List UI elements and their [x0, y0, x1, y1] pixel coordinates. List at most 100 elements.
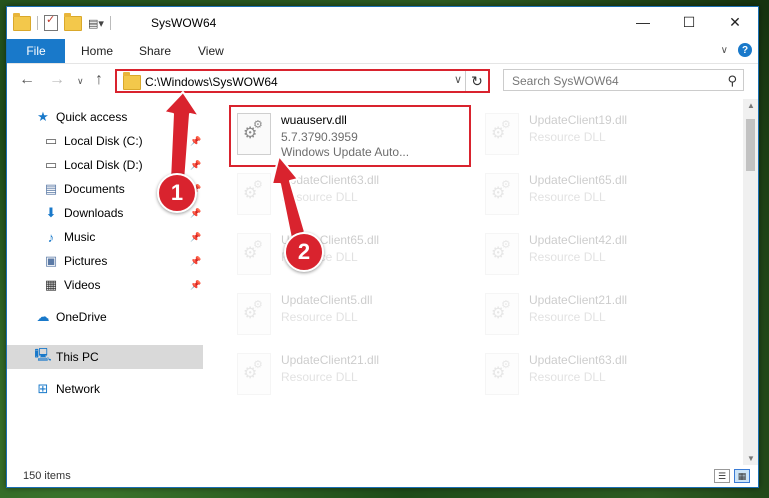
file-item[interactable]: ⚙ ⚙ UpdateClient63.dll Resource DLL [483, 347, 719, 401]
file-description: Resource DLL [529, 190, 606, 204]
address-path[interactable]: C:\Windows\SysWOW64 [145, 75, 278, 89]
file-description: Windows Update Auto... [281, 145, 410, 159]
file-description: Resource DLL [529, 250, 606, 264]
scroll-thumb[interactable] [746, 119, 755, 171]
address-bar[interactable]: C:\Windows\SysWOW64 ∨ ↻ [115, 69, 490, 93]
file-item[interactable]: ⚙⚙ UpdateClient65.dll Resource DLL [235, 227, 471, 281]
file-description: Resource DLL [529, 370, 606, 384]
sidebar-item-label: Music [64, 230, 96, 244]
tab-share[interactable]: Share [139, 44, 171, 58]
sidebar-item-label: OneDrive [56, 310, 107, 324]
file-item[interactable]: ⚙ ⚙ UpdateClient21.dll Resource DLL [235, 347, 471, 401]
sidebar-item-videos[interactable]: ▦ Videos 📌 [7, 273, 203, 297]
file-item[interactable]: ⚙ ⚙ UpdateClient21.dll Resource DLL [483, 287, 719, 341]
back-arrow-icon[interactable]: ← [19, 71, 35, 89]
search-input[interactable]: Search SysWOW64 ⚲ [503, 69, 744, 91]
file-description: Resource DLL [281, 370, 358, 384]
tiles-view-icon[interactable]: ▦ [734, 469, 750, 483]
sidebar-item-label: This PC [56, 350, 99, 364]
file-name: UpdateClient21.dll [529, 293, 628, 307]
sidebar-item-onedrive[interactable]: ☁ OneDrive [7, 305, 203, 329]
step-1-badge: 1 [157, 173, 197, 213]
file-version: 5.7.3790.3959 [281, 130, 358, 144]
search-placeholder: Search SysWOW64 [512, 74, 619, 88]
star-icon: ★ [37, 109, 49, 124]
maximize-button[interactable]: ☐ [666, 7, 712, 37]
sidebar-item-pictures[interactable]: ▣ Pictures 📌 [7, 249, 203, 273]
dll-file-icon: ⚙ ⚙ [485, 113, 519, 155]
scroll-down-icon[interactable]: ▼ [747, 454, 755, 463]
file-item[interactable]: ⚙ ⚙ UpdateClient42.dll Resource DLL [483, 227, 719, 281]
new-folder-icon[interactable] [64, 12, 82, 31]
file-item[interactable]: ⚙ ⚙ UpdateClient19.dll Resource DLL [483, 107, 719, 161]
file-list: ⚙ ⚙ wuauserv.dll 5.7.3790.3959 Windows Up… [207, 99, 743, 465]
minimize-button[interactable]: — [620, 7, 666, 37]
sidebar-item-label: Downloads [64, 206, 124, 220]
sidebar-item-this-pc[interactable]: 🖳 This PC [7, 345, 203, 369]
file-name: wuauserv.dll [281, 113, 347, 127]
properties-icon[interactable] [44, 13, 58, 31]
sidebar-item-label: Network [56, 382, 101, 396]
sidebar-item-quick-access[interactable]: ★ Quick access [7, 105, 203, 129]
up-arrow-icon[interactable]: ↑ [95, 71, 103, 89]
pin-icon[interactable]: 📌 [190, 256, 201, 267]
file-name: UpdateClient42.dll [529, 233, 628, 247]
pin-icon[interactable]: 📌 [190, 160, 201, 171]
sidebar-item-local-disk-c[interactable]: ▭ Local Disk (C:) 📌 [7, 129, 203, 153]
dll-file-icon: ⚙ ⚙ [485, 353, 519, 395]
dll-file-icon: ⚙ ⚙ [237, 173, 271, 215]
file-item[interactable]: ⚙ ⚙ wuauserv.dll 5.7.3790.3959 Windows Up… [235, 107, 471, 161]
ribbon-right-controls: ∨ ? [721, 43, 752, 57]
scroll-up-icon[interactable]: ▲ [747, 101, 755, 110]
item-count: 150 items [23, 470, 71, 482]
sidebar-item-label: Videos [64, 278, 101, 292]
folder-icon [13, 12, 31, 31]
navigation-bar: ← → ∨ ↑ C:\Windows\SysWOW64 ∨ ↻ Search S… [7, 65, 758, 97]
sidebar-item-label: Local Disk (D:) [64, 158, 143, 172]
pin-icon[interactable]: 📌 [190, 280, 201, 291]
folder-icon [123, 72, 141, 90]
window-title: SysWOW64 [151, 16, 217, 30]
ribbon-tabs: File Home Share View ∨ ? [7, 39, 758, 64]
pin-icon[interactable]: 📌 [190, 208, 201, 219]
customize-toolbar-icon[interactable]: ▤▾ [88, 17, 104, 30]
navigation-pane: ★ Quick access ▭ Local Disk (C:) 📌 ▭ Loc… [7, 99, 203, 459]
view-toggle: ☰ ▦ [714, 469, 750, 483]
forward-arrow-icon[interactable]: → [49, 71, 65, 89]
sidebar-item-label: Local Disk (C:) [64, 134, 143, 148]
refresh-icon[interactable]: ↻ [465, 71, 488, 91]
dll-file-icon: ⚙ ⚙ [485, 233, 519, 275]
dll-file-icon: ⚙ ⚙ [237, 293, 271, 335]
pin-icon[interactable]: 📌 [190, 232, 201, 243]
file-description: Resource DLL [281, 190, 358, 204]
step-2-badge: 2 [284, 232, 324, 272]
search-icon[interactable]: ⚲ [727, 73, 737, 89]
recent-locations-icon[interactable]: ∨ [77, 76, 84, 87]
tab-view[interactable]: View [198, 44, 224, 58]
explorer-window: ▤▾ SysWOW64 — ☐ ✕ File Home Share View ∨… [6, 6, 759, 488]
status-bar: 150 items ☰ ▦ [7, 465, 758, 487]
file-item[interactable]: ⚙ ⚙ UpdateClient63.dll Resource DLL [235, 167, 471, 221]
network-icon: ⊞ [37, 381, 49, 396]
tab-file[interactable]: File [7, 39, 65, 63]
sidebar-item-music[interactable]: ♪ Music 📌 [7, 225, 203, 249]
file-description: Resource DLL [281, 310, 358, 324]
file-name: UpdateClient63.dll [281, 173, 380, 187]
expand-ribbon-icon[interactable]: ∨ [721, 45, 728, 56]
help-icon[interactable]: ? [738, 43, 752, 57]
videos-icon: ▦ [44, 277, 58, 292]
details-view-icon[interactable]: ☰ [714, 469, 730, 483]
pin-icon[interactable]: 📌 [190, 136, 201, 147]
file-name: UpdateClient63.dll [529, 353, 628, 367]
close-button[interactable]: ✕ [712, 7, 758, 37]
chevron-down-icon[interactable]: ∨ [454, 73, 462, 86]
tab-home[interactable]: Home [81, 44, 113, 58]
quick-access-toolbar: ▤▾ [13, 12, 111, 31]
documents-icon: ▤ [44, 181, 58, 196]
file-item[interactable]: ⚙ ⚙ UpdateClient5.dll Resource DLL [235, 287, 471, 341]
file-item[interactable]: ⚙⚙ UpdateClient65.dll Resource DLL [483, 167, 719, 221]
dll-file-icon: ⚙ ⚙ [485, 293, 519, 335]
sidebar-item-network[interactable]: ⊞ Network [7, 377, 203, 401]
drive-icon: ▭ [44, 157, 58, 172]
vertical-scrollbar[interactable]: ▲ ▼ [743, 99, 758, 465]
